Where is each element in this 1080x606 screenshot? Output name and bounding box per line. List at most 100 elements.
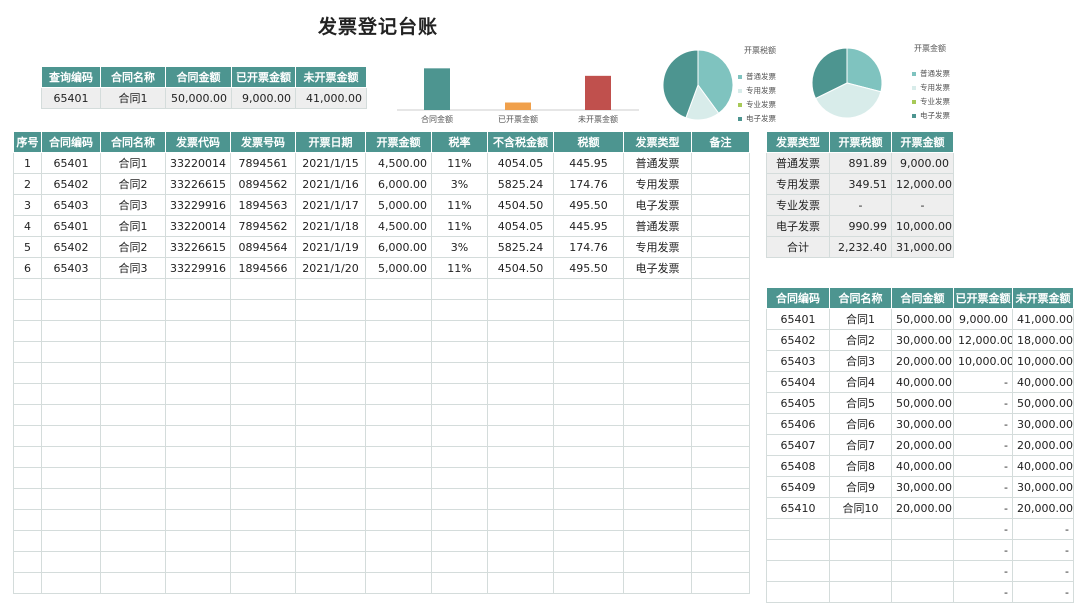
empty-cell[interactable] (230, 509, 296, 531)
empty-cell[interactable] (230, 320, 296, 342)
invoice-cell[interactable]: 11% (431, 257, 488, 279)
query-cell[interactable]: 合同1 (100, 87, 166, 109)
contract-cell[interactable] (766, 560, 830, 582)
empty-cell[interactable] (365, 467, 432, 489)
empty-cell[interactable] (553, 341, 624, 363)
empty-cell[interactable] (41, 383, 101, 405)
type-cell[interactable]: 2,232.40 (829, 236, 892, 258)
contract-cell[interactable]: - (1012, 560, 1074, 582)
empty-cell[interactable] (41, 404, 101, 426)
type-cell[interactable]: 合计 (766, 236, 830, 258)
contract-cell[interactable] (829, 518, 892, 540)
empty-cell[interactable] (553, 467, 624, 489)
empty-cell[interactable] (431, 404, 488, 426)
empty-cell[interactable] (487, 572, 554, 594)
empty-cell[interactable] (41, 278, 101, 300)
empty-cell[interactable] (553, 383, 624, 405)
empty-cell[interactable] (230, 488, 296, 510)
invoice-cell[interactable] (691, 173, 750, 195)
contract-cell[interactable]: 20,000.00 (1012, 434, 1074, 456)
contract-cell[interactable] (891, 581, 954, 603)
empty-cell[interactable] (41, 446, 101, 468)
invoice-cell[interactable]: 3% (431, 173, 488, 195)
empty-cell[interactable] (365, 425, 432, 447)
empty-cell[interactable] (365, 383, 432, 405)
empty-cell[interactable] (100, 530, 166, 552)
empty-cell[interactable] (13, 278, 42, 300)
invoice-cell[interactable]: 33226615 (165, 236, 231, 258)
empty-cell[interactable] (100, 404, 166, 426)
empty-cell[interactable] (165, 551, 231, 573)
invoice-cell[interactable]: 4 (13, 215, 42, 237)
contract-cell[interactable]: - (953, 434, 1013, 456)
empty-cell[interactable] (691, 488, 750, 510)
contract-cell[interactable] (891, 560, 954, 582)
empty-cell[interactable] (431, 509, 488, 531)
type-cell[interactable]: 专用发票 (766, 173, 830, 195)
empty-cell[interactable] (230, 341, 296, 363)
invoice-cell[interactable]: 专用发票 (623, 236, 692, 258)
empty-cell[interactable] (165, 530, 231, 552)
empty-cell[interactable] (295, 551, 366, 573)
empty-cell[interactable] (691, 446, 750, 468)
contract-cell[interactable]: 65405 (766, 392, 830, 414)
empty-cell[interactable] (295, 362, 366, 384)
contract-cell[interactable]: 20,000.00 (891, 350, 954, 372)
contract-cell[interactable] (891, 518, 954, 540)
empty-cell[interactable] (41, 467, 101, 489)
contract-cell[interactable]: 18,000.00 (1012, 329, 1074, 351)
invoice-cell[interactable]: 5 (13, 236, 42, 258)
empty-cell[interactable] (100, 362, 166, 384)
invoice-cell[interactable]: 33229916 (165, 194, 231, 216)
invoice-cell[interactable]: 4,500.00 (365, 215, 432, 237)
empty-cell[interactable] (365, 299, 432, 321)
empty-cell[interactable] (553, 425, 624, 447)
contract-cell[interactable]: 合同4 (829, 371, 892, 393)
contract-cell[interactable]: - (953, 455, 1013, 477)
empty-cell[interactable] (230, 446, 296, 468)
empty-cell[interactable] (623, 488, 692, 510)
empty-cell[interactable] (41, 530, 101, 552)
empty-cell[interactable] (365, 488, 432, 510)
empty-cell[interactable] (41, 299, 101, 321)
contract-cell[interactable]: 40,000.00 (891, 455, 954, 477)
empty-cell[interactable] (623, 551, 692, 573)
empty-cell[interactable] (165, 446, 231, 468)
invoice-cell[interactable]: 445.95 (553, 152, 624, 174)
empty-cell[interactable] (553, 488, 624, 510)
empty-cell[interactable] (165, 509, 231, 531)
empty-cell[interactable] (295, 278, 366, 300)
empty-cell[interactable] (691, 530, 750, 552)
invoice-cell[interactable]: 6,000.00 (365, 173, 432, 195)
empty-cell[interactable] (431, 572, 488, 594)
empty-cell[interactable] (100, 299, 166, 321)
invoice-cell[interactable]: 5,000.00 (365, 194, 432, 216)
empty-cell[interactable] (365, 446, 432, 468)
invoice-cell[interactable]: 5825.24 (487, 236, 554, 258)
empty-cell[interactable] (165, 467, 231, 489)
invoice-cell[interactable]: 2 (13, 173, 42, 195)
empty-cell[interactable] (100, 383, 166, 405)
empty-cell[interactable] (691, 299, 750, 321)
type-cell[interactable]: 10,000.00 (891, 215, 954, 237)
invoice-cell[interactable] (691, 236, 750, 258)
invoice-cell[interactable]: 2021/1/18 (295, 215, 366, 237)
empty-cell[interactable] (295, 320, 366, 342)
empty-cell[interactable] (230, 551, 296, 573)
empty-cell[interactable] (230, 299, 296, 321)
empty-cell[interactable] (13, 446, 42, 468)
empty-cell[interactable] (365, 404, 432, 426)
empty-cell[interactable] (691, 467, 750, 489)
contract-cell[interactable] (766, 539, 830, 561)
contract-cell[interactable]: 合同9 (829, 476, 892, 498)
empty-cell[interactable] (41, 488, 101, 510)
empty-cell[interactable] (295, 509, 366, 531)
empty-cell[interactable] (13, 383, 42, 405)
contract-cell[interactable]: - (953, 581, 1013, 603)
contract-cell[interactable]: - (1012, 581, 1074, 603)
invoice-cell[interactable]: 11% (431, 194, 488, 216)
invoice-cell[interactable]: 电子发票 (623, 194, 692, 216)
empty-cell[interactable] (100, 341, 166, 363)
invoice-cell[interactable]: 4054.05 (487, 152, 554, 174)
invoice-cell[interactable]: 495.50 (553, 194, 624, 216)
